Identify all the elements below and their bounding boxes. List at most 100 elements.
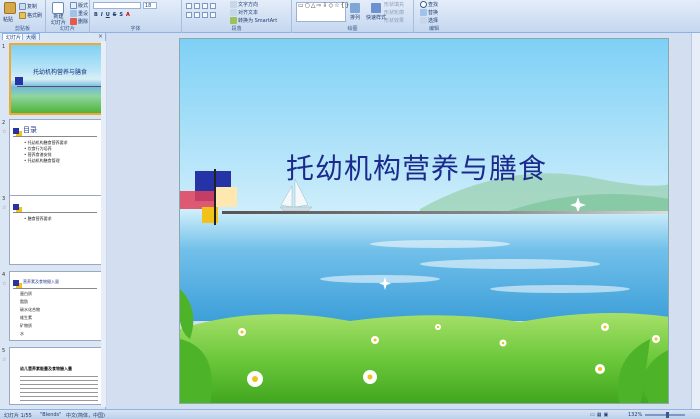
shape-outline-label: 形状轮廓 [384, 10, 405, 16]
align-text-button[interactable]: 对齐文本 [230, 9, 258, 16]
clipboard-group-label: 剪贴板 [14, 26, 30, 32]
delete-label: 删除 [78, 19, 89, 25]
shadow-button[interactable]: S [119, 12, 123, 18]
slides-panel: 幻灯片 大纲 × 1 托幼机构营养与膳食 2 ☆ 目录 • 托幼机构膳食营养要求… [0, 33, 106, 409]
text-direction-button[interactable]: 文字方向 [230, 1, 258, 8]
animation-star-icon: ☆ [2, 357, 7, 363]
panel-scrollbar[interactable] [101, 41, 106, 407]
align-center-button[interactable] [194, 12, 200, 18]
layout-label: 版式 [78, 3, 89, 9]
thumb-logo-blocks [15, 77, 23, 85]
animation-star-icon: ☆ [2, 205, 7, 211]
format-painter-label: 格式刷 [27, 13, 43, 19]
thumb-title: 托幼机构营养与膳食 [33, 69, 88, 76]
reset-button[interactable]: 重设 [70, 10, 88, 17]
align-text-label: 对齐文本 [238, 10, 259, 16]
paste-button[interactable]: 粘贴 [3, 16, 13, 23]
delete-button[interactable]: 删除 [70, 18, 88, 25]
numbering-button[interactable] [194, 3, 200, 9]
sea [180, 211, 668, 321]
slide-count: 幻灯片 1/55 [4, 413, 32, 419]
format-painter-button[interactable]: 格式刷 [19, 12, 42, 19]
copy-button[interactable]: 复制 [19, 3, 37, 10]
thumb-logo-blocks [13, 128, 19, 134]
slides-group-label: 幻灯片 [59, 26, 75, 32]
text-direction-icon [230, 1, 237, 8]
thumb-number: 2 [2, 120, 6, 126]
logo-block-cream [215, 187, 237, 207]
italic-button[interactable]: I [101, 12, 103, 18]
thumb-bullet-text: 饮食行为培养 [27, 146, 52, 151]
slide-thumbnail-4[interactable]: 营养素及食物摄入量 蛋白质 脂肪 碳水化合物 维生素 矿物质 水 [9, 271, 103, 341]
paste-icon[interactable] [4, 2, 16, 14]
thumb-bullet: • 膳食营养要求 [24, 216, 52, 221]
view-buttons[interactable]: ▭▦▣ [590, 412, 610, 418]
quick-styles-button[interactable]: 快速样式 [366, 3, 386, 21]
thumb-logo-blocks [13, 280, 19, 286]
replace-label: 替换 [428, 10, 439, 16]
reset-icon [70, 10, 77, 17]
strikethrough-button[interactable]: S [113, 12, 117, 18]
slide-title[interactable]: 托幼机构营养与膳食 [286, 147, 547, 187]
clipboard-group: 粘贴 复制 格式刷 剪贴板 [0, 0, 46, 33]
shape-fill-button[interactable]: 形状填充 [384, 1, 404, 8]
replace-button[interactable]: 替换 [420, 9, 438, 16]
increase-indent-button[interactable] [210, 3, 216, 9]
decrease-indent-button[interactable] [202, 3, 208, 9]
copy-label: 复制 [27, 4, 38, 10]
thumb-number: 1 [2, 44, 6, 50]
font-group: 18 B I U S S A 字体 [90, 0, 182, 33]
slide-thumbnail-5[interactable]: 幼儿营养素能量及食物摄入量 [9, 347, 103, 405]
find-button[interactable]: 查找 [420, 1, 438, 8]
arrange-icon [350, 3, 360, 13]
thumb-divider-line [13, 136, 97, 137]
convert-smartart-button[interactable]: 转换为 SmartArt [230, 17, 277, 24]
replace-icon [420, 9, 427, 16]
bold-button[interactable]: B [94, 12, 98, 18]
layout-button[interactable]: 版式 [70, 2, 88, 9]
bullets-button[interactable] [186, 3, 192, 9]
shape-outline-button[interactable]: 形状轮廓 [384, 9, 404, 16]
quick-styles-label: 快速样式 [366, 15, 387, 21]
thumb-number: 5 [2, 348, 6, 354]
slide-thumbnail-3[interactable]: • 膳食营养要求 [9, 195, 103, 265]
underline-button[interactable]: U [106, 12, 110, 18]
editing-group-label: 编辑 [428, 26, 439, 32]
align-text-icon [230, 9, 237, 16]
zoom-slider[interactable] [645, 414, 685, 416]
tab-outline[interactable]: 大纲 [22, 33, 41, 41]
thumb-divider-line [13, 288, 97, 289]
grass [180, 313, 668, 403]
slide-thumbnail-1[interactable]: 托幼机构营养与膳食 [9, 43, 103, 115]
thumb-divider-line [17, 86, 101, 87]
zoom-slider-thumb[interactable] [666, 412, 669, 418]
thumb-bullet: 水 [20, 331, 24, 336]
editing-group: 查找 替换 选择 编辑 [414, 0, 454, 33]
zoom-level[interactable]: 132% [628, 412, 642, 418]
shape-effects-button[interactable]: 形状效果 [384, 17, 404, 24]
select-button[interactable]: 选择 [420, 17, 438, 24]
justify-button[interactable] [210, 12, 216, 18]
slide-canvas[interactable]: 托幼机构营养与膳食 [179, 38, 669, 404]
editor-scrollbar[interactable] [691, 33, 700, 409]
slide-editing-area: 托幼机构营养与膳食 [107, 33, 700, 409]
close-icon[interactable]: × [98, 33, 103, 40]
title-divider-line [222, 211, 668, 214]
thumb-bullet-text: 托幼机构膳食营养要求 [27, 140, 68, 145]
select-label: 选择 [428, 18, 439, 24]
arrange-button[interactable]: 排列 [350, 3, 360, 21]
ribbon: 粘贴 复制 格式刷 剪贴板 新建 幻灯片 版式 重设 删除 幻灯片 18 B I … [0, 0, 700, 33]
new-slide-icon[interactable] [52, 2, 64, 14]
font-name-box[interactable] [93, 2, 141, 9]
align-left-button[interactable] [186, 12, 192, 18]
font-color-button[interactable]: A [126, 12, 130, 18]
find-label: 查找 [428, 2, 439, 8]
shapes-gallery[interactable]: ▭○△⇨⇩◇☆{} [296, 2, 349, 22]
thumb-bullet-text: 膳食营养要求 [27, 216, 52, 221]
font-size-box[interactable]: 18 [143, 2, 157, 9]
logo-block-red [180, 191, 214, 209]
slide-background [180, 39, 668, 403]
align-right-button[interactable] [202, 12, 208, 18]
language-indicator[interactable]: 中文(简体，中国) [66, 412, 105, 419]
arrange-label: 排列 [350, 15, 361, 21]
